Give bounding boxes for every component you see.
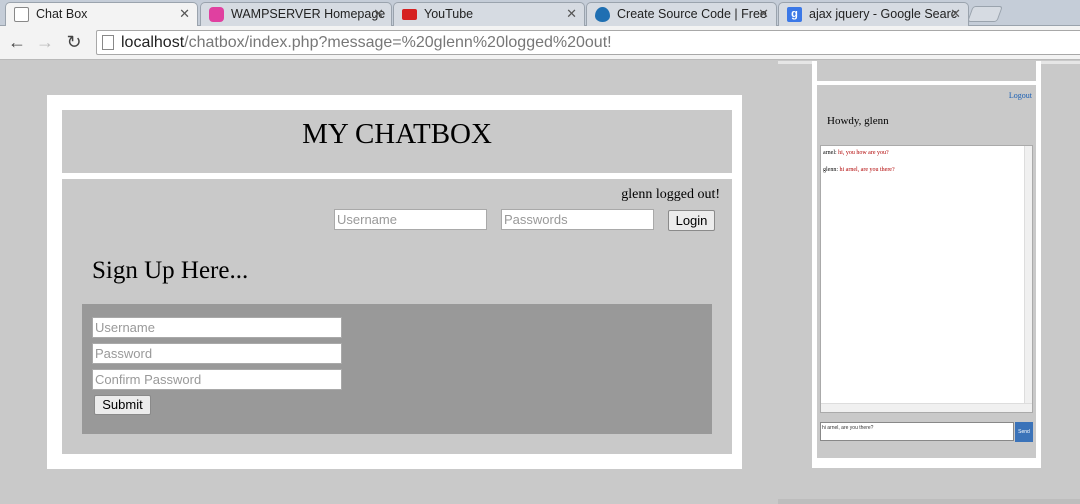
tab-title: YouTube: [424, 7, 474, 21]
submit-button[interactable]: Submit: [94, 395, 151, 415]
page-header: MY CHATBOX: [62, 110, 732, 173]
chat-widget: Logout Howdy, glenn arnel: hi, you how a…: [812, 61, 1041, 468]
tab-google-search[interactable]: g ajax jquery - Google Searc ✕: [778, 2, 969, 26]
message-sender: arnel:: [823, 150, 837, 156]
youtube-icon: [402, 9, 417, 20]
url-path: /chatbox/index.php?message=%20glenn%20lo…: [184, 34, 612, 51]
address-bar[interactable]: localhost/chatbox/index.php?message=%20g…: [96, 30, 1080, 55]
signup-password-input[interactable]: Password: [92, 343, 342, 364]
tab-title: ajax jquery - Google Searc: [809, 7, 957, 21]
tab-youtube[interactable]: YouTube ✕: [393, 2, 585, 26]
page-icon: [14, 7, 29, 22]
logout-link[interactable]: Logout: [1009, 91, 1032, 100]
drupal-icon: [595, 7, 610, 22]
tab-title: WAMPSERVER Homepage: [231, 7, 386, 21]
reload-icon[interactable]: ↻: [63, 31, 85, 53]
url-host: localhost: [121, 34, 185, 51]
tab-strip: Chat Box ✕ WAMPSERVER Homepage ✕ YouTube…: [0, 0, 1080, 27]
widget-top-bar: [817, 61, 1036, 81]
page-title: MY CHATBOX: [302, 118, 492, 150]
close-tab-icon[interactable]: ✕: [950, 3, 961, 25]
wamp-icon: [209, 7, 224, 22]
signup-confirm-password-input[interactable]: Confirm Password: [92, 369, 342, 390]
chat-message: arnel: hi, you how are you?: [823, 150, 889, 156]
close-tab-icon[interactable]: ✕: [758, 3, 769, 25]
message-sender: glenn:: [823, 167, 838, 173]
tab-title: Create Source Code | Free: [617, 7, 767, 21]
google-icon: g: [787, 7, 802, 22]
page-body: MY CHATBOX glenn logged out! Username Pa…: [0, 61, 1080, 504]
signup-heading: Sign Up Here...: [92, 257, 249, 284]
chatbox-main-panel: MY CHATBOX glenn logged out! Username Pa…: [47, 95, 742, 469]
login-password-input[interactable]: Passwords: [501, 209, 654, 230]
vertical-scrollbar[interactable]: [1024, 146, 1032, 404]
login-username-input[interactable]: Username: [334, 209, 487, 230]
greeting-text: Howdy, glenn: [827, 115, 889, 127]
signup-form: Username Password Confirm Password Submi…: [82, 304, 712, 434]
chat-message: glenn: hi arnel, are you there?: [823, 167, 895, 173]
close-tab-icon[interactable]: ✕: [373, 3, 384, 25]
tab-chat-box[interactable]: Chat Box ✕: [5, 2, 198, 27]
close-tab-icon[interactable]: ✕: [179, 3, 190, 25]
status-message: glenn logged out!: [621, 187, 720, 202]
tab-title: Chat Box: [36, 7, 88, 21]
new-tab-button[interactable]: [967, 6, 1003, 22]
page-icon: [102, 35, 114, 50]
forward-arrow-icon[interactable]: →: [34, 31, 56, 53]
message-text: hi arnel, are you there?: [839, 167, 895, 173]
back-arrow-icon[interactable]: ←: [6, 31, 28, 53]
tab-wampserver[interactable]: WAMPSERVER Homepage ✕: [200, 2, 392, 26]
divider: [778, 499, 1080, 504]
horizontal-scrollbar[interactable]: [821, 403, 1032, 412]
message-text: hi, you how are you?: [838, 150, 889, 156]
chat-message-input[interactable]: hi arnel, are you there?: [820, 422, 1014, 441]
browser-toolbar: ← → ↻ localhost/chatbox/index.php?messag…: [0, 26, 1080, 60]
content-area: glenn logged out! Username Passwords Log…: [62, 179, 732, 454]
send-button[interactable]: Send: [1015, 422, 1033, 442]
widget-body: Logout Howdy, glenn arnel: hi, you how a…: [817, 85, 1036, 458]
close-tab-icon[interactable]: ✕: [566, 3, 577, 25]
chat-log[interactable]: arnel: hi, you how are you? glenn: hi ar…: [820, 145, 1033, 413]
login-button[interactable]: Login: [668, 210, 715, 231]
tab-create-source-code[interactable]: Create Source Code | Free ✕: [586, 2, 777, 26]
signup-username-input[interactable]: Username: [92, 317, 342, 338]
